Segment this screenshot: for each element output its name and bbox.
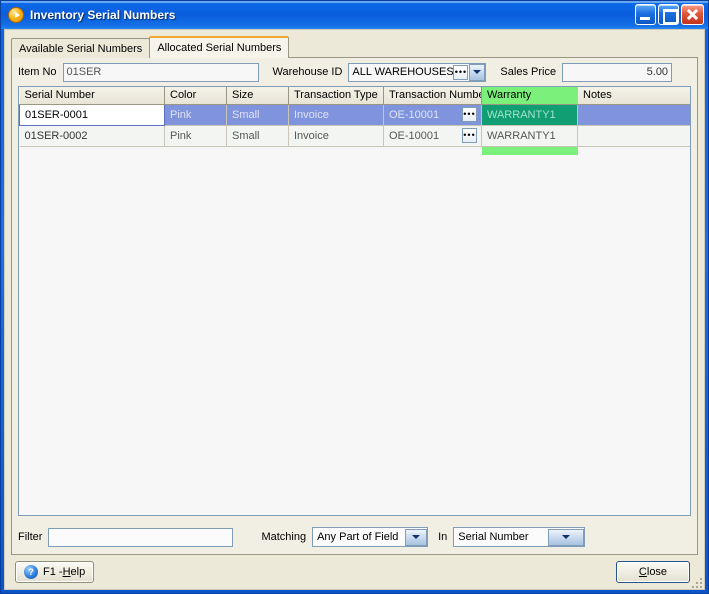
search-field-select[interactable]: Serial Number <box>453 527 586 547</box>
field-row: Item No 01SER Warehouse ID ALL WAREHOUSE… <box>12 58 697 86</box>
maximize-button[interactable] <box>658 4 679 25</box>
question-mark-icon: ? <box>24 565 38 579</box>
cell-warranty[interactable]: WARRANTY1 <box>481 125 578 147</box>
in-label: In <box>438 531 448 543</box>
tab-strip: Available Serial Numbers Allocated Seria… <box>11 36 704 58</box>
cell-serial-number[interactable]: 01SER-0002 <box>19 125 165 147</box>
cell-transaction-type[interactable]: Invoice <box>288 125 384 147</box>
chevron-down-icon[interactable] <box>548 528 585 546</box>
filter-bar: Filter Matching Any Part of Field In Ser… <box>12 522 697 552</box>
sales-price-input[interactable]: 5.00 <box>562 62 673 82</box>
client-area: Available Serial Numbers Allocated Seria… <box>4 29 705 590</box>
chevron-down-icon[interactable] <box>404 528 428 546</box>
inventory-serial-numbers-window: Inventory Serial Numbers Available Seria… <box>0 0 709 594</box>
column-header-transaction-type[interactable]: Transaction Type <box>288 87 384 105</box>
column-header-warranty[interactable]: Warranty <box>481 87 578 105</box>
cell-transaction-number-value: OE-10001 <box>389 129 440 142</box>
transaction-lookup-icon[interactable]: ••• <box>462 106 477 122</box>
tab-label: Available Serial Numbers <box>19 42 143 55</box>
cell-transaction-number[interactable]: OE-10001 ••• <box>383 104 482 126</box>
close-label-accel: C <box>638 566 647 578</box>
sales-price-value: 5.00 <box>646 66 669 78</box>
cell-size[interactable]: Small <box>226 125 289 147</box>
cell-notes[interactable] <box>577 125 690 147</box>
close-button[interactable]: Close <box>616 561 690 583</box>
item-no-input[interactable]: 01SER <box>62 62 259 82</box>
minimize-button[interactable] <box>635 4 656 25</box>
cell-warranty[interactable]: WARRANTY1 <box>481 104 578 126</box>
dialog-footer: ? F1 - Help Close <box>5 555 704 589</box>
table-row[interactable]: 01SER-0001 Pink Small Invoice OE-10001 •… <box>19 103 690 126</box>
warehouse-id-combo[interactable]: ALL WAREHOUSES ••• <box>348 62 487 82</box>
tab-page-allocated: Item No 01SER Warehouse ID ALL WAREHOUSE… <box>11 57 698 555</box>
sales-price-label: Sales Price <box>500 66 557 78</box>
cell-transaction-number-value: OE-10001 <box>389 108 440 121</box>
title-bar[interactable]: Inventory Serial Numbers <box>1 1 708 29</box>
cell-notes[interactable] <box>577 104 690 126</box>
table-row[interactable]: 01SER-0002 Pink Small Invoice OE-10001 •… <box>19 125 690 147</box>
serial-numbers-grid[interactable]: Serial Number Color Size Transaction Typ… <box>18 86 691 516</box>
filter-label: Filter <box>18 531 43 543</box>
help-label-accel: H <box>62 566 71 578</box>
item-no-label: Item No <box>18 66 57 78</box>
tab-label: Allocated Serial Numbers <box>157 41 282 54</box>
cell-transaction-number[interactable]: OE-10001 ••• <box>383 125 482 147</box>
window-controls <box>635 4 704 25</box>
close-window-button[interactable] <box>681 4 704 25</box>
cell-size[interactable]: Small <box>226 104 289 126</box>
help-label-suffix: elp <box>70 566 86 578</box>
cell-color[interactable]: Pink <box>164 104 227 126</box>
matching-select[interactable]: Any Part of Field <box>312 527 429 547</box>
column-header-serial-number[interactable]: Serial Number <box>19 87 165 105</box>
transaction-lookup-icon[interactable]: ••• <box>462 127 477 143</box>
warehouse-lookup-icon[interactable]: ••• <box>453 64 469 80</box>
warehouse-id-value: ALL WAREHOUSES <box>352 66 454 78</box>
filter-input[interactable] <box>48 527 234 547</box>
resize-grip[interactable] <box>690 576 702 588</box>
chevron-down-icon[interactable] <box>469 63 486 81</box>
tab-available-serial-numbers[interactable]: Available Serial Numbers <box>11 38 151 58</box>
column-header-color[interactable]: Color <box>164 87 227 105</box>
cell-serial-number[interactable]: 01SER-0001 <box>19 103 165 126</box>
tab-allocated-serial-numbers[interactable]: Allocated Serial Numbers <box>149 36 290 58</box>
warehouse-id-label: Warehouse ID <box>272 66 343 78</box>
cell-color[interactable]: Pink <box>164 125 227 147</box>
app-play-icon <box>8 7 24 23</box>
help-button[interactable]: ? F1 - Help <box>15 561 95 583</box>
column-header-notes[interactable]: Notes <box>577 87 690 105</box>
help-label-prefix: F1 - <box>43 566 63 578</box>
column-header-transaction-number[interactable]: Transaction Number <box>383 87 482 105</box>
item-no-value: 01SER <box>66 66 102 78</box>
matching-label: Matching <box>261 531 307 543</box>
search-field-value: Serial Number <box>458 531 529 543</box>
matching-value: Any Part of Field <box>317 531 399 543</box>
close-label-suffix: lose <box>646 566 668 578</box>
column-header-size[interactable]: Size <box>226 87 289 105</box>
cell-transaction-type[interactable]: Invoice <box>288 104 384 126</box>
window-title: Inventory Serial Numbers <box>30 8 176 22</box>
grid-header-row: Serial Number Color Size Transaction Typ… <box>19 87 690 105</box>
